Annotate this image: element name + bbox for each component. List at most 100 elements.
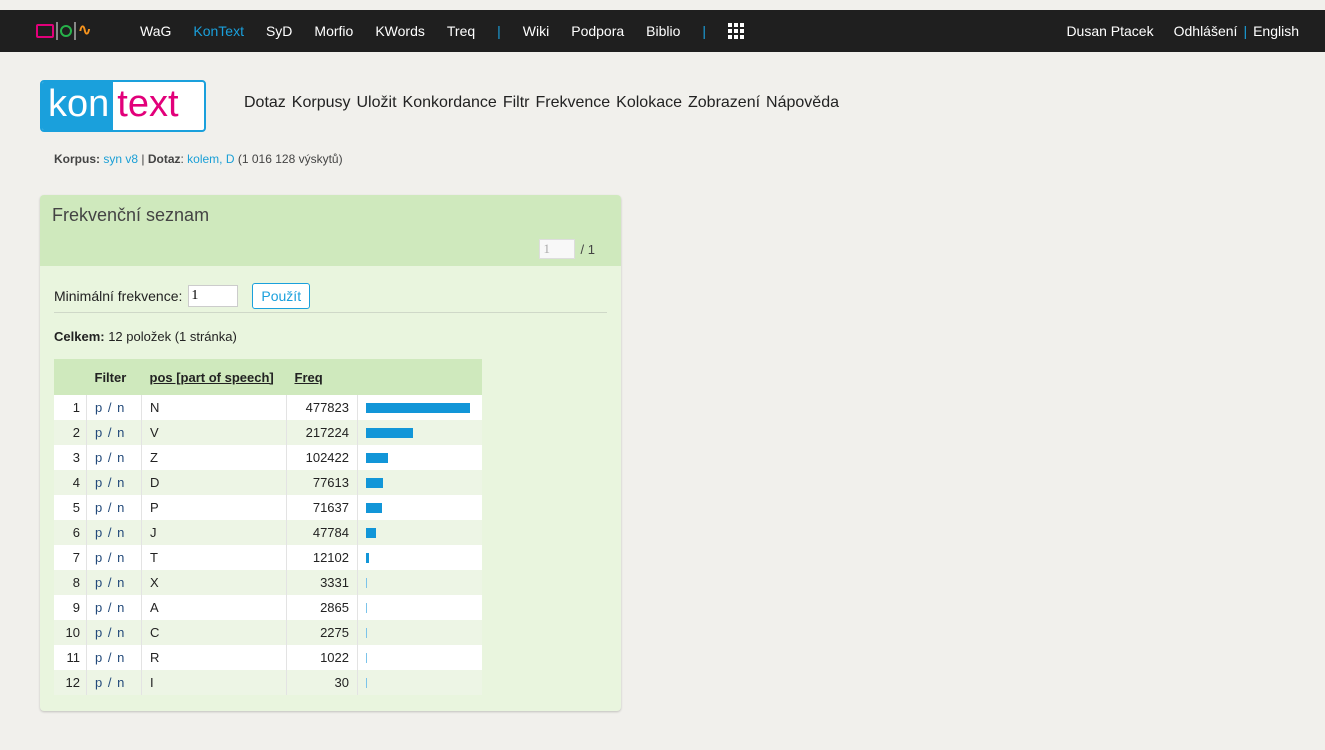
freq-value: 2865: [286, 595, 358, 620]
row-number: 7: [54, 545, 87, 570]
freq-value: 3331: [286, 570, 358, 595]
row-number: 4: [54, 470, 87, 495]
query-link[interactable]: kolem, D: [187, 152, 234, 166]
header-pos[interactable]: pos [part of speech]: [142, 359, 287, 395]
row-number: 8: [54, 570, 87, 595]
nav-wiki[interactable]: Wiki: [523, 23, 549, 39]
table-row: 10 p / n C 2275: [54, 620, 482, 645]
row-number: 5: [54, 495, 87, 520]
filter-cell: p / n: [86, 570, 142, 595]
menu-zobrazeni[interactable]: Zobrazení: [688, 94, 760, 112]
nav-treq[interactable]: Treq: [447, 23, 475, 39]
table-row: 4 p / n D 77613: [54, 470, 482, 495]
nav-kwords[interactable]: KWords: [375, 23, 425, 39]
freq-value: 477823: [286, 395, 358, 420]
bar-cell: [357, 470, 482, 495]
min-freq-input[interactable]: [188, 285, 239, 307]
row-number: 3: [54, 445, 87, 470]
logo-text: text: [117, 83, 179, 125]
query-label: Dotaz: [147, 152, 181, 166]
total-label: Celkem:: [54, 329, 105, 344]
header-freq[interactable]: Freq: [287, 359, 358, 395]
bar-cell: [357, 520, 482, 545]
pos-value: I: [141, 670, 287, 695]
freq-bar: [366, 602, 367, 613]
menu-kolokace[interactable]: Kolokace: [616, 94, 682, 112]
filter-pn-link[interactable]: p / n: [95, 525, 125, 540]
filter-pn-link[interactable]: p / n: [95, 475, 125, 490]
freq-value: 30: [286, 670, 358, 695]
row-number: 12: [54, 670, 87, 695]
filter-pn-link[interactable]: p / n: [95, 575, 125, 590]
filter-pn-link[interactable]: p / n: [95, 600, 125, 615]
filter-pn-link[interactable]: p / n: [95, 625, 125, 640]
freq-bar: [366, 502, 382, 513]
freq-bar: [366, 652, 367, 663]
freq-value: 77613: [286, 470, 358, 495]
freq-value: 102422: [286, 445, 358, 470]
menu-konkordance[interactable]: Konkordance: [403, 94, 497, 112]
top-nav: WaG KonText SyD Morfio KWords Treq | Wik…: [140, 10, 766, 52]
page-input[interactable]: [538, 239, 575, 259]
menu-frekvence[interactable]: Frekvence: [535, 94, 610, 112]
divider: [54, 312, 607, 313]
freq-value: 12102: [286, 545, 358, 570]
panel-header: Frekvenční seznam / 1: [40, 195, 621, 266]
filter-pn-link[interactable]: p / n: [95, 675, 125, 690]
filter-pn-link[interactable]: p / n: [95, 425, 125, 440]
row-number: 6: [54, 520, 87, 545]
language-link[interactable]: English: [1253, 23, 1299, 39]
menu-filtr[interactable]: Filtr: [503, 94, 530, 112]
pos-value: Z: [141, 445, 287, 470]
apps-grid-icon[interactable]: [728, 23, 745, 39]
pos-value: J: [141, 520, 287, 545]
logo-kon: kon: [42, 82, 114, 130]
menu-dotaz[interactable]: Dotaz: [244, 94, 286, 112]
table-row: 1 p / n N 477823: [54, 395, 482, 420]
pos-value: X: [141, 570, 287, 595]
nav-podpora[interactable]: Podpora: [571, 23, 624, 39]
nav-biblio[interactable]: Biblio: [646, 23, 680, 39]
pager: / 1: [538, 239, 595, 259]
header-filter: Filter: [94, 369, 127, 385]
pos-value: N: [141, 395, 287, 420]
filter-pn-link[interactable]: p / n: [95, 550, 125, 565]
bar-cell: [358, 445, 483, 470]
freq-bar: [366, 627, 367, 638]
menu-ulozit[interactable]: Uložit: [357, 94, 397, 112]
menu-napoveda[interactable]: Nápověda: [766, 94, 839, 112]
main-menu: Dotaz Korpusy Uložit Konkordance Filtr F…: [244, 94, 839, 112]
freq-bar: [366, 552, 369, 563]
freq-bar: [366, 527, 376, 538]
pos-value: D: [141, 470, 287, 495]
bar-cell: [358, 645, 483, 670]
kontext-logo[interactable]: kon text: [40, 80, 206, 132]
table-row: 6 p / n J 47784: [54, 520, 482, 545]
filter-pn-link[interactable]: p / n: [95, 400, 125, 415]
nav-wag[interactable]: WaG: [140, 23, 171, 39]
filter-pn-link[interactable]: p / n: [95, 450, 125, 465]
table-header-row: Filter pos [part of speech] Freq: [54, 359, 482, 395]
freq-value: 2275: [286, 620, 358, 645]
corpus-link[interactable]: syn v8: [103, 152, 138, 166]
nav-kontext[interactable]: KonText: [193, 23, 244, 39]
filter-pn-link[interactable]: p / n: [95, 650, 125, 665]
logout-link[interactable]: Odhlášení: [1174, 23, 1238, 39]
filter-cell: p / n: [86, 395, 142, 420]
nav-syd[interactable]: SyD: [266, 23, 292, 39]
nav-morfio[interactable]: Morfio: [314, 23, 353, 39]
user-area: Dusan Ptacek Odhlášení | English: [1066, 10, 1299, 52]
filter-pn-link[interactable]: p / n: [95, 500, 125, 515]
row-number: 10: [54, 620, 87, 645]
filter-cell: p / n: [86, 420, 142, 445]
table-row: 3 p / n Z 102422: [54, 445, 482, 470]
ucnk-logo[interactable]: ∿: [36, 20, 91, 42]
freq-bar: [366, 452, 388, 463]
corpus-label: Korpus:: [54, 152, 100, 166]
row-number: 2: [54, 420, 87, 445]
filter-cell: p / n: [86, 520, 142, 545]
menu-korpusy[interactable]: Korpusy: [292, 94, 351, 112]
bar-cell: [357, 670, 482, 695]
apply-button[interactable]: Použít: [252, 283, 311, 309]
table-row: 7 p / n T 12102: [54, 545, 482, 570]
